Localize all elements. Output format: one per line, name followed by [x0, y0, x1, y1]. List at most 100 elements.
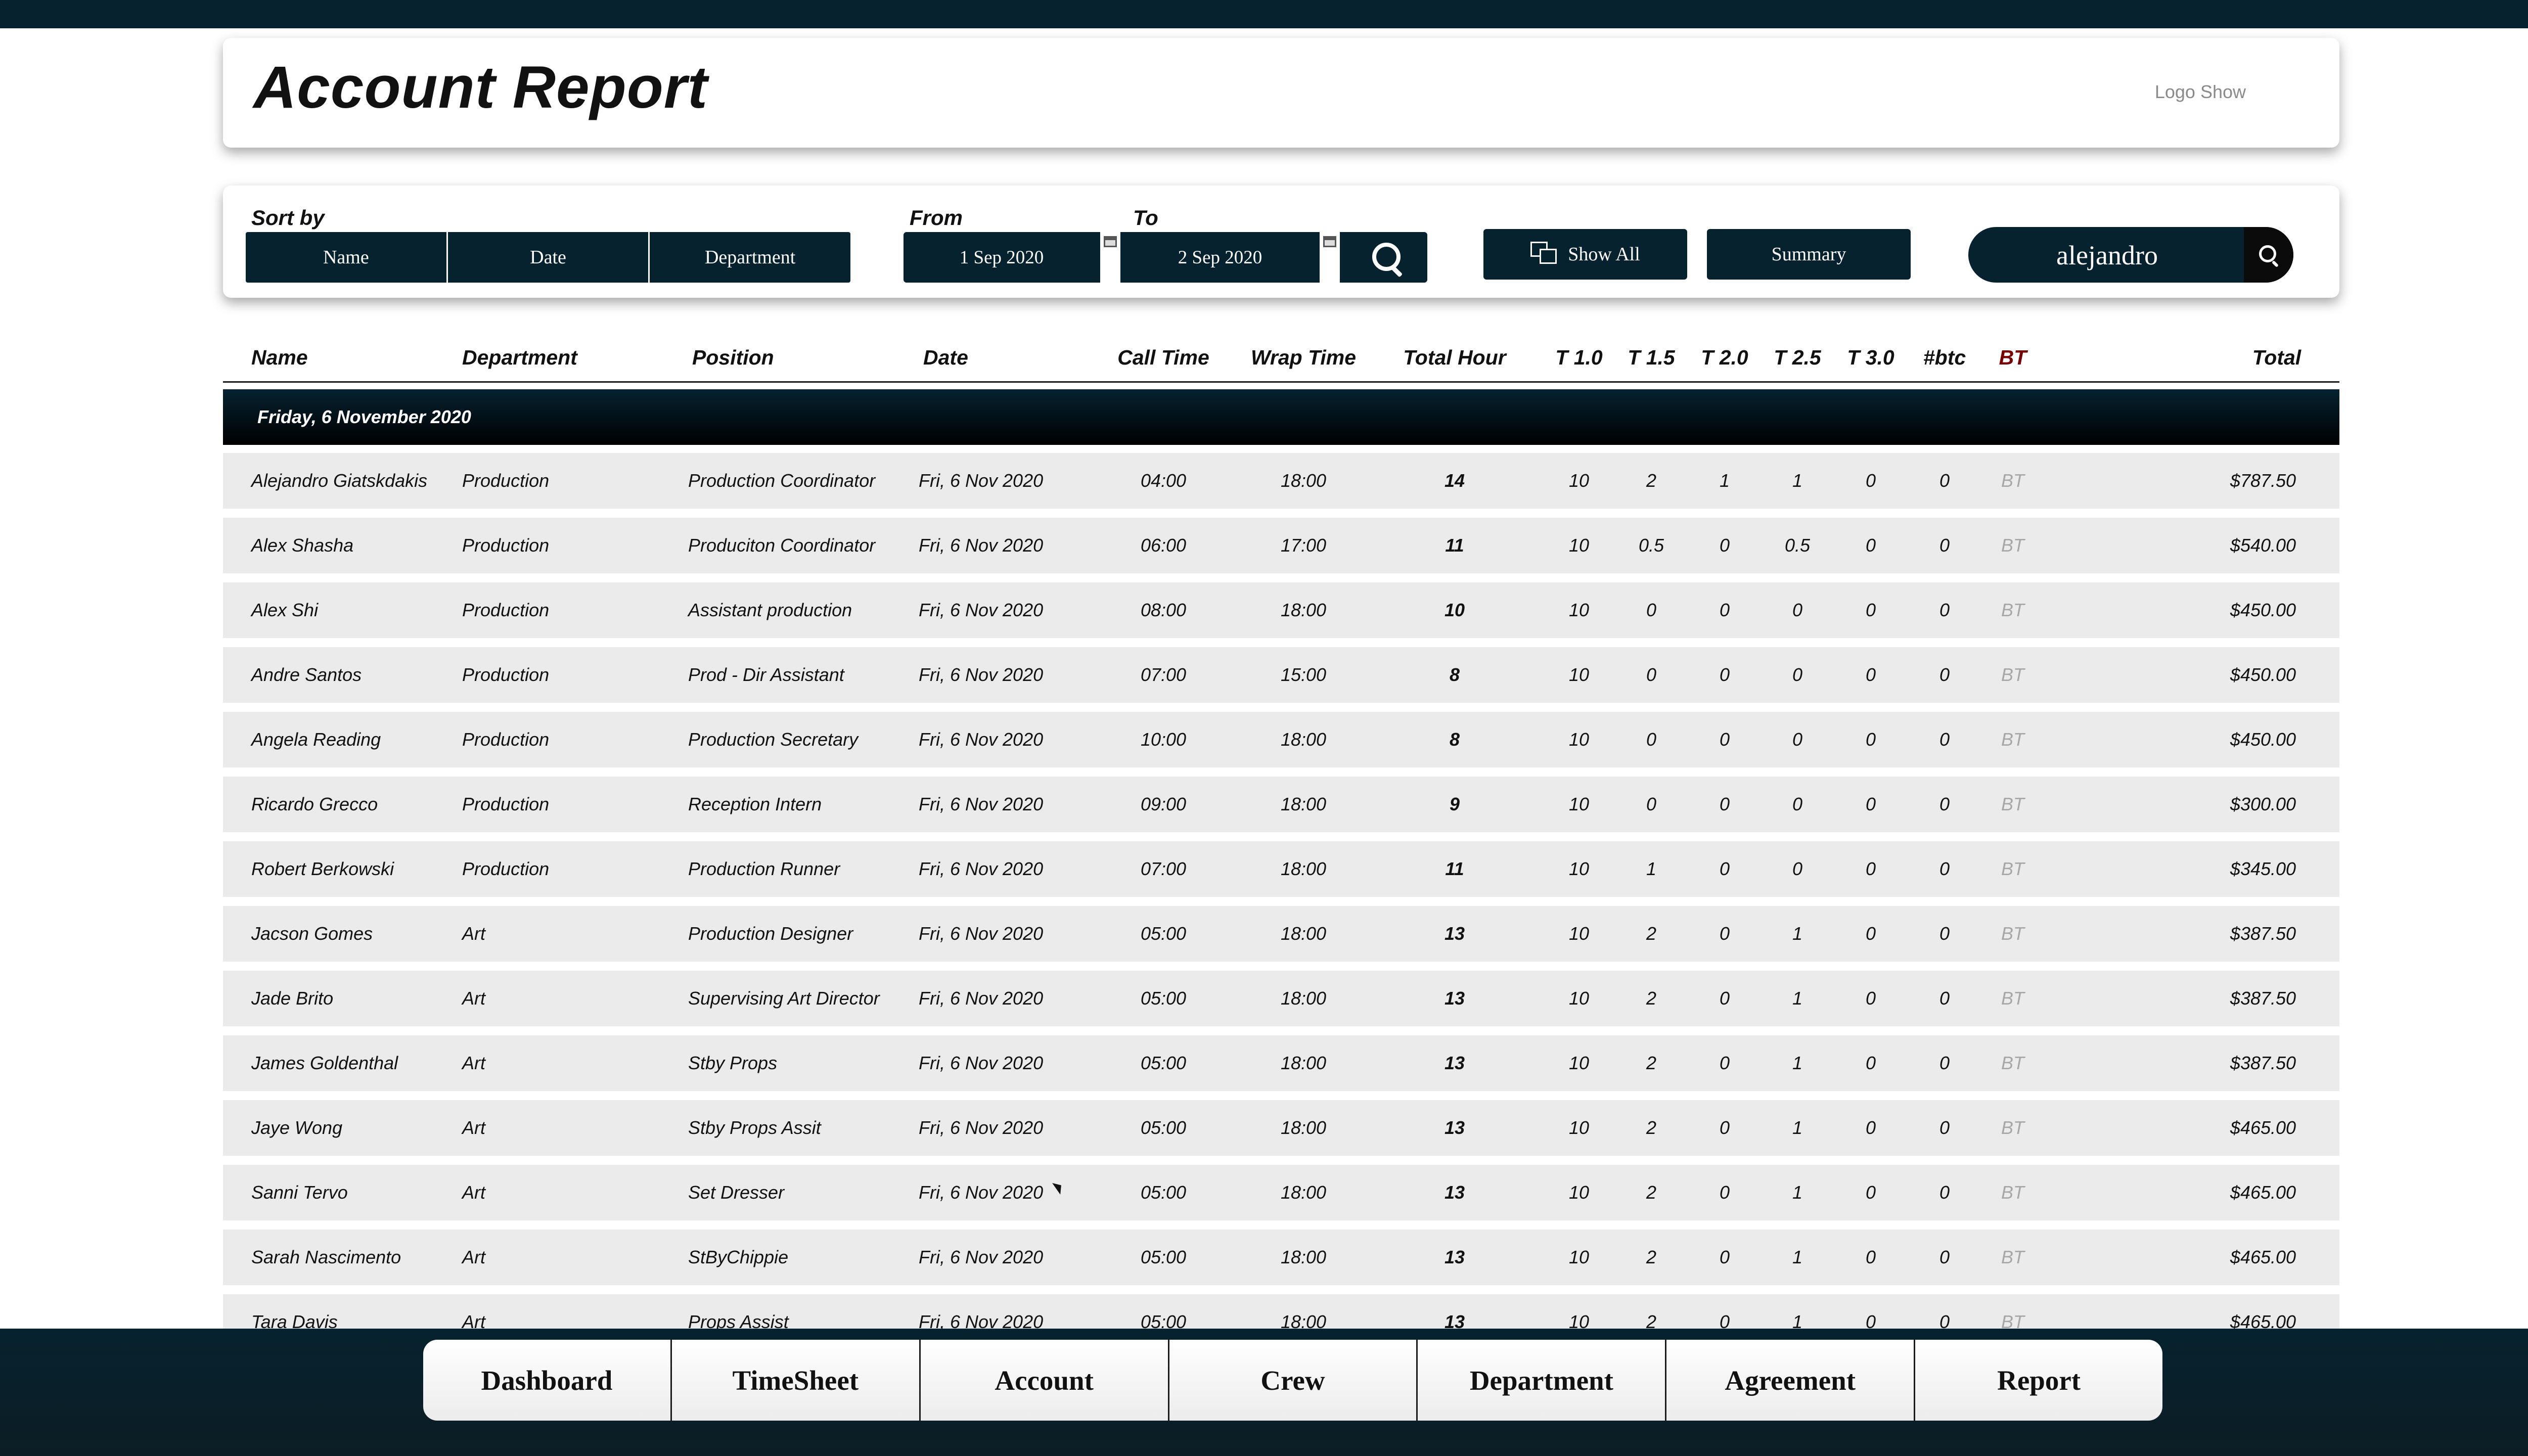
cell-department: Art: [462, 923, 486, 944]
cell-call: 07:00: [1140, 664, 1187, 685]
cell-hours: 10: [1444, 600, 1465, 620]
cell-bt: BT: [2001, 1182, 2024, 1203]
nav-timesheet[interactable]: TimeSheet: [672, 1340, 921, 1421]
cell-t25: 1: [1792, 923, 1803, 944]
cell-total: $465.00: [2230, 1311, 2296, 1329]
table-row[interactable]: Alex Shi Production Assistant production Fr…: [223, 582, 2339, 638]
table-row[interactable]: Tara Davis Art Props Assist Fri, 6 Nov 2020…: [223, 1294, 2339, 1329]
cell-date: Fri, 6 Nov 2020: [919, 794, 1044, 814]
nav-dashboard[interactable]: Dashboard: [423, 1340, 672, 1421]
cell-t30: 0: [1865, 988, 1876, 1009]
cell-t30: 0: [1865, 1182, 1876, 1203]
cell-t10: 10: [1568, 729, 1590, 750]
nav-report[interactable]: Report: [1915, 1340, 2162, 1421]
table-row[interactable]: Robert Berkowski Production Production Run…: [223, 841, 2339, 897]
cell-t25: 0: [1792, 858, 1803, 879]
cell-department: Production: [462, 600, 550, 620]
cell-department: Art: [462, 1182, 486, 1203]
table-body: Alejandro Giatskdakis Production Productio…: [223, 0, 2339, 1329]
cell-hours: 13: [1444, 1182, 1465, 1203]
cell-department: Production: [462, 664, 550, 685]
cell-wrap: 18:00: [1280, 1117, 1327, 1138]
cell-call: 05:00: [1140, 1311, 1187, 1329]
cell-call: 07:00: [1140, 858, 1187, 879]
cell-t20: 0: [1719, 1247, 1730, 1267]
cell-department: Production: [462, 858, 550, 879]
cell-t20: 0: [1719, 988, 1730, 1009]
cell-t25: 1: [1792, 1311, 1803, 1329]
table-row[interactable]: Alejandro Giatskdakis Production Productio…: [223, 453, 2339, 509]
cell-position: Production Coordinator: [688, 470, 876, 491]
cell-call: 05:00: [1140, 1247, 1187, 1267]
cell-bt: BT: [2001, 794, 2024, 814]
cell-name: Jade Brito: [251, 988, 334, 1009]
cell-t25: 1: [1792, 470, 1803, 491]
cell-t10: 10: [1568, 664, 1590, 685]
nav-crew[interactable]: Crew: [1169, 1340, 1418, 1421]
cell-t15: 0: [1646, 729, 1657, 750]
cell-t30: 0: [1865, 729, 1876, 750]
cell-hours: 8: [1449, 664, 1460, 685]
table-row[interactable]: Sanni Tervo Art Set Dresser Fri, 6 Nov 2020…: [223, 1165, 2339, 1220]
cell-t25: 0: [1792, 794, 1803, 814]
table-row[interactable]: Angela Reading Production Production Secre…: [223, 712, 2339, 767]
cell-total: $387.50: [2230, 923, 2296, 944]
cell-date: Fri, 6 Nov 2020: [919, 1117, 1044, 1138]
cell-department: Production: [462, 535, 550, 556]
cell-bt: BT: [2001, 535, 2024, 556]
cell-wrap: 18:00: [1280, 858, 1327, 879]
cell-t25: 1: [1792, 1053, 1803, 1073]
cell-call: 05:00: [1140, 988, 1187, 1009]
table-row[interactable]: Sarah Nascimento Art StByChippie Fri, 6 Nov…: [223, 1230, 2339, 1285]
cell-name: Jacson Gomes: [251, 923, 373, 944]
table-row[interactable]: Ricardo Grecco Production Reception Intern…: [223, 777, 2339, 832]
cell-bt: BT: [2001, 923, 2024, 944]
nav-account[interactable]: Account: [921, 1340, 1169, 1421]
cell-t15: 0.5: [1638, 535, 1664, 556]
cell-t25: 0: [1792, 729, 1803, 750]
cell-department: Production: [462, 470, 550, 491]
cell-t10: 10: [1568, 1311, 1590, 1329]
cell-call: 08:00: [1140, 600, 1187, 620]
cell-total: $465.00: [2230, 1247, 2296, 1267]
cell-hours: 13: [1444, 1311, 1465, 1329]
cell-wrap: 18:00: [1280, 1053, 1327, 1073]
nav-department[interactable]: Department: [1418, 1340, 1667, 1421]
cell-name: Alejandro Giatskdakis: [251, 470, 428, 491]
cell-wrap: 17:00: [1280, 535, 1327, 556]
cell-department: Art: [462, 988, 486, 1009]
cell-t25: 1: [1792, 988, 1803, 1009]
cell-btc: 0: [1939, 1182, 1950, 1203]
cell-name: Alex Shasha: [251, 535, 354, 556]
cell-total: $450.00: [2230, 664, 2296, 685]
cell-btc: 0: [1939, 858, 1950, 879]
cell-bt: BT: [2001, 1247, 2024, 1267]
cell-department: Art: [462, 1053, 486, 1073]
nav-agreement[interactable]: Agreement: [1666, 1340, 1916, 1421]
cell-btc: 0: [1939, 664, 1950, 685]
cell-position: Props Assist: [688, 1311, 789, 1329]
cell-call: 05:00: [1140, 1053, 1187, 1073]
cell-name: Sanni Tervo: [251, 1182, 348, 1203]
cell-btc: 0: [1939, 794, 1950, 814]
table-row[interactable]: Andre Santos Production Prod - Dir Assista…: [223, 647, 2339, 703]
cell-t15: 2: [1646, 988, 1657, 1009]
table-row[interactable]: James Goldenthal Art Stby Props Fri, 6 Nov …: [223, 1035, 2339, 1091]
cell-position: Prod - Dir Assistant: [688, 664, 844, 685]
cell-btc: 0: [1939, 729, 1950, 750]
cell-t20: 0: [1719, 1053, 1730, 1073]
cell-position: Stby Props Assit: [688, 1117, 821, 1138]
cell-wrap: 18:00: [1280, 794, 1327, 814]
cell-date: Fri, 6 Nov 2020: [919, 470, 1044, 491]
table-row[interactable]: Jacson Gomes Art Production Designer Fri, 6…: [223, 906, 2339, 962]
cell-date: Fri, 6 Nov 2020: [919, 1311, 1044, 1329]
cell-name: James Goldenthal: [251, 1053, 398, 1073]
cell-t20: 0: [1719, 1311, 1730, 1329]
cell-position: Supervising Art Director: [688, 988, 880, 1009]
table-row[interactable]: Alex Shasha Production Produciton Coordina…: [223, 518, 2339, 573]
cell-t20: 1: [1719, 470, 1730, 491]
cell-position: Set Dresser: [688, 1182, 785, 1203]
table-row[interactable]: Jaye Wong Art Stby Props Assit Fri, 6 Nov 2…: [223, 1100, 2339, 1156]
cell-btc: 0: [1939, 470, 1950, 491]
table-row[interactable]: Jade Brito Art Supervising Art Director Fri…: [223, 971, 2339, 1026]
